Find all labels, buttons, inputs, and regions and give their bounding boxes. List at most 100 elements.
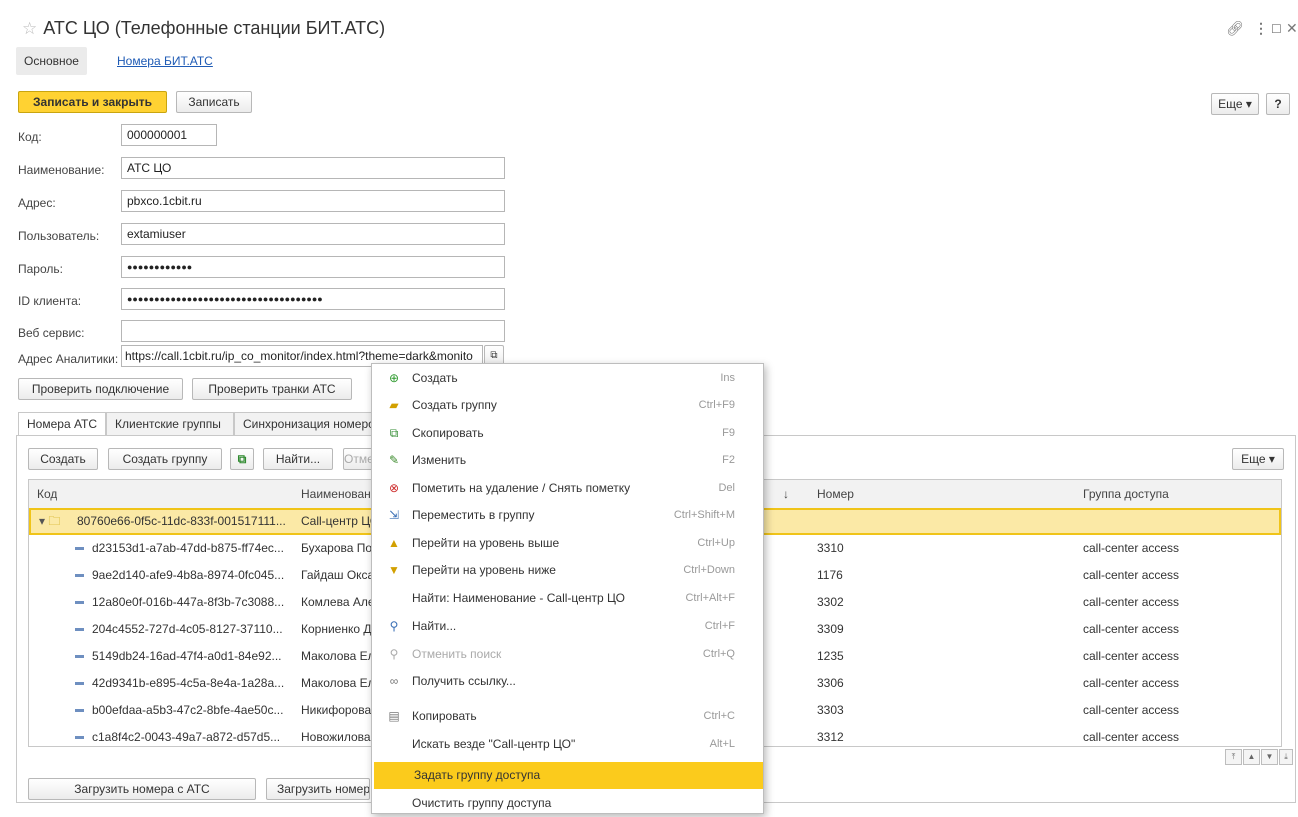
name-field[interactable]: АТС ЦО [121,157,505,179]
menu-item[interactable]: Очистить группу доступа [372,790,763,817]
list-more-button[interactable]: Еще ▾ [1232,448,1284,470]
maximize-icon[interactable]: ☐ [1271,22,1282,36]
folder-add-icon: ▰ [389,398,399,412]
row-code-text: 9ae2d140-afe9-4b8a-8974-0fc045... [92,568,285,582]
menu-item[interactable]: ⇲ Переместить в группу Ctrl+Shift+M [372,502,763,529]
menu-item[interactable]: ✎ Изменить F2 [372,447,763,474]
menu-item[interactable]: ▼ Перейти на уровень ниже Ctrl+Down [372,557,763,584]
row-code: 5149db24-16ad-47f4-a0d1-84e92... [75,643,282,670]
row-number: 3302 [817,595,844,609]
menu-item[interactable]: ⊗ Пометить на удаление / Снять пометку Del [372,475,763,502]
password-field[interactable]: ●●●●●●●●●●●● [121,256,505,278]
more-vertical-icon[interactable]: ⋮ [1254,20,1268,37]
row-access-group: call-center access [1083,676,1180,690]
row-code-text: c1a8f4c2-0043-49a7-a872-d57d5... [92,730,281,744]
menu-item-label: Пометить на удаление / Снять пометку [412,481,631,495]
copy-icon[interactable]: ⧉ [230,448,254,470]
web-service-field[interactable] [121,320,505,342]
row-number: 3310 [817,541,844,555]
check-connection-button[interactable]: Проверить подключение [18,378,183,400]
load-numbers-button[interactable]: Загрузить номера с АТС [28,778,256,800]
menu-item-shortcut: Ctrl+Shift+M [673,509,735,521]
scroll-down-icon[interactable]: ▼ [1261,749,1278,765]
menu-item[interactable]: ∞ Получить ссылку... [372,668,763,695]
row-code: 9ae2d140-afe9-4b8a-8974-0fc045... [75,562,284,589]
scroll-top-icon[interactable]: ⤒ [1225,749,1242,765]
move-to-group-icon: ⇲ [388,508,400,522]
code-field[interactable]: 000000001 [121,124,217,146]
col-code[interactable]: Код [29,480,57,508]
delete-mark-icon: ⊗ [388,481,400,495]
row-code-text: 12a80e0f-016b-447a-8f3b-7c3088... [92,595,285,609]
row-access-group: call-center access [1083,595,1180,609]
link-icon[interactable]: 🔗︎ [1226,20,1244,37]
item-icon [75,547,84,551]
help-button[interactable]: ? [1266,93,1290,115]
menu-item-shortcut: Ctrl+Alt+F [685,592,735,604]
web-service-label: Веб сервис: [18,326,85,340]
menu-item[interactable]: ▤ Копировать Ctrl+C [372,703,763,730]
menu-item-label: Найти... [412,619,457,633]
menu-item[interactable]: ⚲ Отменить поиск Ctrl+Q [372,641,763,668]
menu-item-shortcut: Ctrl+F9 [698,399,735,411]
favorite-star-icon[interactable]: ☆ [22,19,37,38]
menu-item[interactable]: Найти: Наименование - Call-центр ЦО Ctrl+… [372,585,763,612]
cancel-search-button[interactable]: Отменить поиск [343,448,373,470]
row-access-group: call-center access [1083,541,1180,555]
address-field[interactable]: pbxco.1cbit.ru [121,190,505,212]
menu-item[interactable]: ⧉ Скопировать F9 [372,420,763,447]
create-group-button[interactable]: Создать группу [108,448,222,470]
tab-sync-numbers[interactable]: Синхронизация номеров [234,412,374,436]
save-button[interactable]: Записать [176,91,252,113]
load-numbers-2-button[interactable]: Загрузить номера [266,778,370,800]
menu-item-label: Скопировать [412,426,484,440]
page-title: АТС ЦО (Телефонные станции БИТ.АТС) [43,18,386,38]
menu-item-shortcut: Ins [720,372,735,384]
find-button[interactable]: Найти... [263,448,333,470]
scroll-up-icon[interactable]: ▲ [1243,749,1260,765]
close-icon[interactable]: ✕ [1286,20,1298,37]
more-menu-button[interactable]: Еще ▾ [1211,93,1259,115]
menu-item-label: Перейти на уровень ниже [412,563,556,577]
create-button[interactable]: Создать [28,448,98,470]
nav-numbers-link[interactable]: Номера БИТ.АТС [109,47,221,75]
search-icon: ⚲ [389,619,399,633]
menu-item-shortcut: Del [718,482,735,494]
context-menu: ⊕ Создать Ins ▰ Создать группу Ctrl+F9 ⧉ Скопир… [371,363,764,814]
col-number[interactable]: Номер [809,480,854,508]
menu-item[interactable]: ⊕ Создать Ins [372,365,763,392]
tab-ats-numbers[interactable]: Номера АТС [18,412,106,436]
menu-item[interactable]: ⚲ Найти... Ctrl+F [372,613,763,640]
group-code: 80760e66-0f5c-11dc-833f-001517111... [77,514,286,528]
copy-item-icon: ⧉ [389,426,399,440]
user-field[interactable]: extamiuser [121,223,505,245]
scroll-bottom-icon[interactable]: ⤓ [1279,749,1293,765]
pencil-icon: ✎ [388,453,400,467]
menu-item[interactable]: Искать везде "Call-центр ЦО" Alt+L [372,731,763,758]
row-access-group: call-center access [1083,703,1180,717]
level-up-icon: ▲ [388,536,400,550]
sort-desc-icon[interactable]: ↓ [783,480,803,508]
row-code: 42d9341b-e895-4c5a-8e4a-1a28a... [75,670,284,697]
row-number: 3309 [817,622,844,636]
group-expand-icon[interactable]: ▾ 🗀︎ [39,508,60,535]
save-close-button[interactable]: Записать и закрыть [18,91,167,113]
item-icon [75,628,84,632]
item-icon [75,709,84,713]
menu-item[interactable]: ▲ Перейти на уровень выше Ctrl+Up [372,530,763,557]
client-id-field[interactable]: ●●●●●●●●●●●●●●●●●●●●●●●●●●●●●●●●●●●● [121,288,505,310]
tab-client-groups[interactable]: Клиентские группы [106,412,234,436]
check-trunks-button[interactable]: Проверить транки АТС [192,378,352,400]
menu-item-label: Переместить в группу [412,508,535,522]
clipboard-icon: ▤ [388,709,400,723]
analytics-label: Адрес Аналитики: [18,352,119,366]
row-number: 3312 [817,730,844,744]
name-label: Наименование: [18,163,105,177]
col-access-group[interactable]: Группа доступа [1075,480,1169,508]
menu-item[interactable]: ▰ Создать группу Ctrl+F9 [372,392,763,419]
nav-main[interactable]: Основное [16,47,87,75]
address-label: Адрес: [18,196,56,210]
row-number: 1235 [817,649,844,663]
menu-item[interactable]: Задать группу доступа [374,762,763,789]
row-code: b00efdaa-a5b3-47c2-8bfe-4ae50c... [75,697,283,724]
